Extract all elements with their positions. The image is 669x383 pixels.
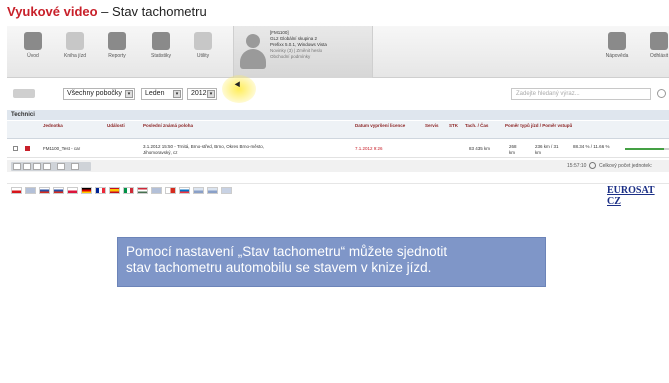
toolbar-button-home[interactable]: Úvod [15,32,51,59]
cell-license: 7.1.2012 9:26 [355,146,383,151]
ratio-progress-bar [625,148,669,150]
toolbar-label: Reporty [108,53,126,59]
refresh-icon[interactable] [589,162,596,169]
toolbar-button-logbook[interactable]: Kniha jízd [57,32,93,59]
flag-other-icon[interactable] [151,187,162,194]
branch-select[interactable]: Všechny pobočky ▾ [63,88,135,100]
view-toggle-icon[interactable] [13,89,35,98]
total-units-label: Celkový počet jednotek: [599,163,653,169]
eurosat-logo[interactable]: EUROSAT CZ [607,185,669,207]
pagination [11,162,91,171]
flag-other2-icon[interactable] [165,187,176,194]
next-page-button[interactable] [33,163,41,170]
home-icon [24,32,42,50]
flag-other4-icon[interactable] [193,187,204,194]
column-header-license[interactable]: Datum vypršení licence [355,123,407,129]
flag-ru-icon[interactable] [39,187,50,194]
chevron-down-icon: ▾ [207,90,215,98]
tutorial-caption: Pomocí nastavení „Stav tachometru“ můžet… [117,237,546,287]
table-header: Jednotka Události Poslední známá poloha … [7,121,669,139]
refresh-time: 15:57:10 [567,163,587,169]
toolbar-label: Úvod [27,53,39,59]
column-header-service[interactable]: Servis [425,123,439,129]
chevron-down-icon: ▾ [125,90,133,98]
user-details: [FM1100] GL2 Globální skupina 2 Prefixx … [270,30,327,60]
search-input[interactable]: Zadejte hledaný výraz... [511,88,651,100]
caption-line: stav tachometru automobilu se stavem v k… [126,260,432,275]
video-title: Vyukové video – Stav tachometru [7,4,207,26]
utility-icon [194,32,212,50]
cell-ratio-percent: 88.34 % / 11.66 % [573,144,610,149]
column-header-events[interactable]: Události [107,123,125,129]
column-header-stk[interactable]: STK [449,123,458,129]
toolbar-label: Kniha jízd [64,53,86,59]
year-select-value: 2012 [191,90,207,97]
column-header-unit[interactable]: Jednotka [43,123,63,129]
toolbar-button-logout[interactable]: Odhlásit [641,32,669,59]
toolbar-label: Nápověda [605,53,629,59]
chevron-down-icon: ▾ [173,90,181,98]
user-info-panel: [FM1100] GL2 Globální skupina 2 Prefixx … [233,26,373,78]
toolbar-button-help[interactable]: Nápověda [599,32,635,59]
flag-other3-icon[interactable] [179,187,190,194]
help-icon [608,32,626,50]
flag-it-icon[interactable] [123,187,134,194]
statistics-icon [152,32,170,50]
toolbar-label: Utility [196,53,210,59]
flag-fr-icon[interactable] [95,187,106,194]
user-terms-link[interactable]: Obchodní podmínky [270,54,327,60]
filter-bar: Všechny pobočky ▾ Leden ▾ 2012 ▾ Zadejte… [7,86,669,102]
avatar [240,34,266,70]
cell-distance: 268 km [509,144,517,155]
flag-hu-icon[interactable] [137,187,148,194]
column-header-ratio[interactable]: Poměr typů jízd / Poměr vstupů [505,123,572,129]
row-checkbox[interactable] [13,146,18,151]
logout-icon [650,32,668,50]
year-select[interactable]: 2012 ▾ [187,88,217,100]
table-footer: 15:57:10 Celkový počet jednotek: [7,160,669,172]
title-rest: Stav tachometru [112,4,207,19]
flag-en-icon[interactable] [25,187,36,194]
toolbar-button-statistics[interactable]: Statistiky [143,32,179,59]
page-size-button[interactable] [57,163,65,170]
toolbar-button-reports[interactable]: Reporty [99,32,135,59]
cell-unit[interactable]: FM1100_Test - car [43,146,80,152]
reports-icon [108,32,126,50]
month-select[interactable]: Leden ▾ [141,88,183,100]
main-toolbar: Úvod Kniha jízd Reporty Statistiky Utili… [7,26,669,78]
title-highlight: Vyukové video [7,4,98,19]
table-row[interactable]: FM1100_Test - car 3.1.2012 15:50 - Trnit… [7,140,669,158]
cell-position: 3.1.2012 15:50 - Trnitá, Brno-střed, Brn… [143,144,343,155]
position-line: Jihomoravský, cz [143,149,178,155]
export-button[interactable] [71,163,79,170]
section-title: Technici [7,110,669,120]
column-header-position[interactable]: Poslední známá poloha [143,123,193,129]
flag-other6-icon[interactable] [221,187,232,194]
prev-page-button[interactable] [23,163,31,170]
logbook-icon [66,32,84,50]
column-header-tach[interactable]: Tach. / Čas [465,123,488,129]
flag-sk-icon[interactable] [53,187,64,194]
status-indicator-icon [25,146,30,151]
search-icon[interactable] [657,89,666,98]
first-page-button[interactable] [13,163,21,170]
flag-cz-icon[interactable] [11,187,22,194]
toolbar-label: Statistiky [150,53,171,59]
flag-other5-icon[interactable] [207,187,218,194]
flag-de-icon[interactable] [81,187,92,194]
flag-pl-icon[interactable] [67,187,78,194]
last-page-button[interactable] [43,163,51,170]
month-select-value: Leden [145,90,165,97]
toolbar-label: Odhlásit [649,53,669,59]
cell-tachometer: 83 435 km [469,146,491,151]
toolbar-button-utility[interactable]: Utility [185,32,221,59]
branch-select-value: Všechny pobočky [67,90,122,97]
caption-line: Pomocí nastavení „Stav tachometru“ můžet… [126,244,448,259]
flag-es-icon[interactable] [109,187,120,194]
language-bar: EUROSAT CZ [7,183,669,207]
cell-ratio-km: 236 km / 31 km [535,144,559,155]
title-separator: – [97,4,113,19]
